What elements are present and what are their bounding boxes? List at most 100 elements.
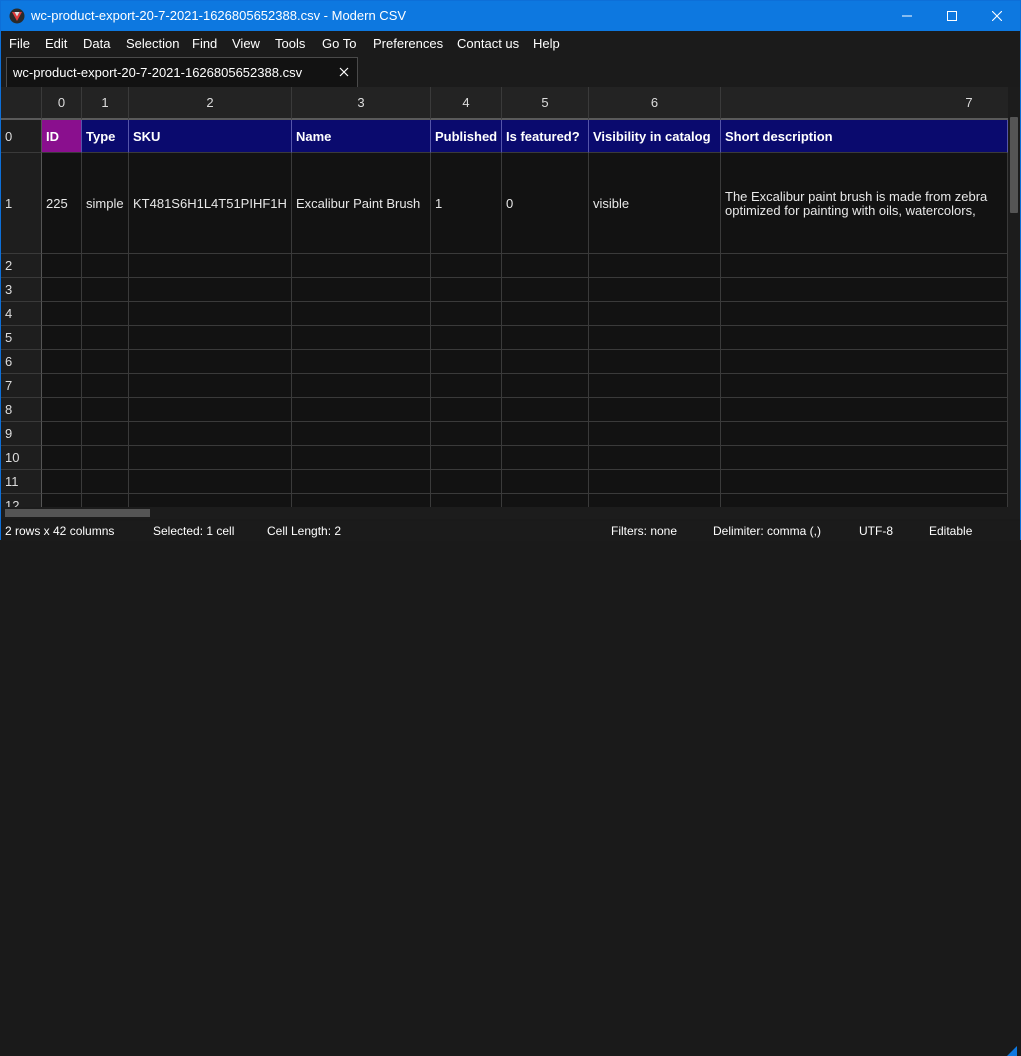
column-header[interactable]: 4 bbox=[431, 87, 502, 120]
data-cell[interactable]: simple bbox=[82, 153, 129, 254]
empty-cell[interactable] bbox=[431, 422, 502, 446]
menu-tools[interactable]: Tools bbox=[275, 36, 305, 51]
empty-cell[interactable] bbox=[82, 374, 129, 398]
empty-cell[interactable] bbox=[82, 350, 129, 374]
status-delimiter[interactable]: Delimiter: comma (,) bbox=[713, 524, 821, 538]
header-cell[interactable]: Short description bbox=[721, 120, 1008, 153]
empty-cell[interactable] bbox=[502, 398, 589, 422]
empty-cell[interactable] bbox=[589, 374, 721, 398]
data-cell-description[interactable]: The Excalibur paint brush is made from z… bbox=[721, 153, 1008, 254]
empty-cell[interactable] bbox=[42, 326, 82, 350]
menu-edit[interactable]: Edit bbox=[45, 36, 67, 51]
empty-cell[interactable] bbox=[129, 302, 292, 326]
header-cell[interactable]: Published bbox=[431, 120, 502, 153]
minimize-button[interactable] bbox=[884, 1, 930, 31]
empty-cell[interactable] bbox=[502, 326, 589, 350]
empty-cell[interactable] bbox=[129, 446, 292, 470]
close-window-button[interactable] bbox=[974, 1, 1020, 31]
empty-cell[interactable] bbox=[431, 446, 502, 470]
menu-find[interactable]: Find bbox=[192, 36, 217, 51]
empty-cell[interactable] bbox=[721, 446, 1008, 470]
horizontal-scroll-thumb[interactable] bbox=[5, 509, 150, 517]
empty-cell[interactable] bbox=[721, 494, 1008, 507]
empty-cell[interactable] bbox=[292, 470, 431, 494]
empty-cell[interactable] bbox=[589, 326, 721, 350]
empty-cell[interactable] bbox=[589, 350, 721, 374]
empty-cell[interactable] bbox=[431, 494, 502, 507]
menu-selection[interactable]: Selection bbox=[126, 36, 179, 51]
row-header[interactable]: 3 bbox=[1, 278, 42, 302]
empty-cell[interactable] bbox=[502, 350, 589, 374]
empty-cell[interactable] bbox=[42, 398, 82, 422]
file-tab[interactable]: wc-product-export-20-7-2021-162680565238… bbox=[6, 57, 358, 87]
empty-cell[interactable] bbox=[431, 350, 502, 374]
row-header[interactable]: 7 bbox=[1, 374, 42, 398]
empty-cell[interactable] bbox=[292, 398, 431, 422]
column-header[interactable]: 6 bbox=[589, 87, 721, 120]
empty-cell[interactable] bbox=[589, 302, 721, 326]
empty-cell[interactable] bbox=[431, 254, 502, 278]
empty-cell[interactable] bbox=[82, 494, 129, 507]
empty-cell[interactable] bbox=[42, 278, 82, 302]
header-cell[interactable]: Visibility in catalog bbox=[589, 120, 721, 153]
row-header[interactable]: 10 bbox=[1, 446, 42, 470]
empty-cell[interactable] bbox=[721, 278, 1008, 302]
empty-cell[interactable] bbox=[589, 470, 721, 494]
empty-cell[interactable] bbox=[129, 398, 292, 422]
empty-cell[interactable] bbox=[129, 470, 292, 494]
row-header[interactable]: 5 bbox=[1, 326, 42, 350]
menu-help[interactable]: Help bbox=[533, 36, 560, 51]
header-cell[interactable]: Type bbox=[82, 120, 129, 153]
empty-cell[interactable] bbox=[502, 422, 589, 446]
grid-corner[interactable] bbox=[1, 87, 42, 120]
empty-cell[interactable] bbox=[721, 350, 1008, 374]
empty-cell[interactable] bbox=[129, 494, 292, 507]
row-header[interactable]: 4 bbox=[1, 302, 42, 326]
empty-cell[interactable] bbox=[82, 470, 129, 494]
column-header[interactable]: 0 bbox=[42, 87, 82, 120]
empty-cell[interactable] bbox=[129, 326, 292, 350]
horizontal-scrollbar[interactable] bbox=[1, 507, 1008, 519]
data-cell[interactable]: KT481S6H1L4T51PIHF1H bbox=[129, 153, 292, 254]
empty-cell[interactable] bbox=[129, 278, 292, 302]
column-header[interactable]: 5 bbox=[502, 87, 589, 120]
column-header[interactable]: 3 bbox=[292, 87, 431, 120]
empty-cell[interactable] bbox=[42, 254, 82, 278]
data-cell[interactable]: 225 bbox=[42, 153, 82, 254]
menu-preferences[interactable]: Preferences bbox=[373, 36, 443, 51]
empty-cell[interactable] bbox=[721, 422, 1008, 446]
empty-cell[interactable] bbox=[42, 302, 82, 326]
empty-cell[interactable] bbox=[721, 470, 1008, 494]
empty-cell[interactable] bbox=[82, 446, 129, 470]
close-tab-icon[interactable] bbox=[339, 67, 349, 77]
empty-cell[interactable] bbox=[721, 374, 1008, 398]
empty-cell[interactable] bbox=[431, 374, 502, 398]
empty-cell[interactable] bbox=[82, 398, 129, 422]
empty-cell[interactable] bbox=[431, 278, 502, 302]
empty-cell[interactable] bbox=[292, 278, 431, 302]
empty-cell[interactable] bbox=[82, 302, 129, 326]
empty-cell[interactable] bbox=[589, 254, 721, 278]
empty-cell[interactable] bbox=[42, 374, 82, 398]
menu-data[interactable]: Data bbox=[83, 36, 110, 51]
empty-cell[interactable] bbox=[292, 302, 431, 326]
empty-cell[interactable] bbox=[431, 470, 502, 494]
menu-contact-us[interactable]: Contact us bbox=[457, 36, 519, 51]
row-header[interactable]: 9 bbox=[1, 422, 42, 446]
empty-cell[interactable] bbox=[431, 326, 502, 350]
row-header[interactable]: 1 bbox=[1, 153, 42, 254]
header-cell[interactable]: SKU bbox=[129, 120, 292, 153]
empty-cell[interactable] bbox=[292, 494, 431, 507]
empty-cell[interactable] bbox=[292, 446, 431, 470]
empty-cell[interactable] bbox=[502, 494, 589, 507]
empty-cell[interactable] bbox=[721, 398, 1008, 422]
empty-cell[interactable] bbox=[292, 350, 431, 374]
empty-cell[interactable] bbox=[292, 254, 431, 278]
empty-cell[interactable] bbox=[502, 278, 589, 302]
data-cell[interactable]: Excalibur Paint Brush bbox=[292, 153, 431, 254]
empty-cell[interactable] bbox=[502, 470, 589, 494]
header-cell[interactable]: Name bbox=[292, 120, 431, 153]
status-mode[interactable]: Editable bbox=[929, 524, 972, 538]
empty-cell[interactable] bbox=[129, 374, 292, 398]
resize-grip-icon[interactable] bbox=[1007, 1046, 1017, 1056]
